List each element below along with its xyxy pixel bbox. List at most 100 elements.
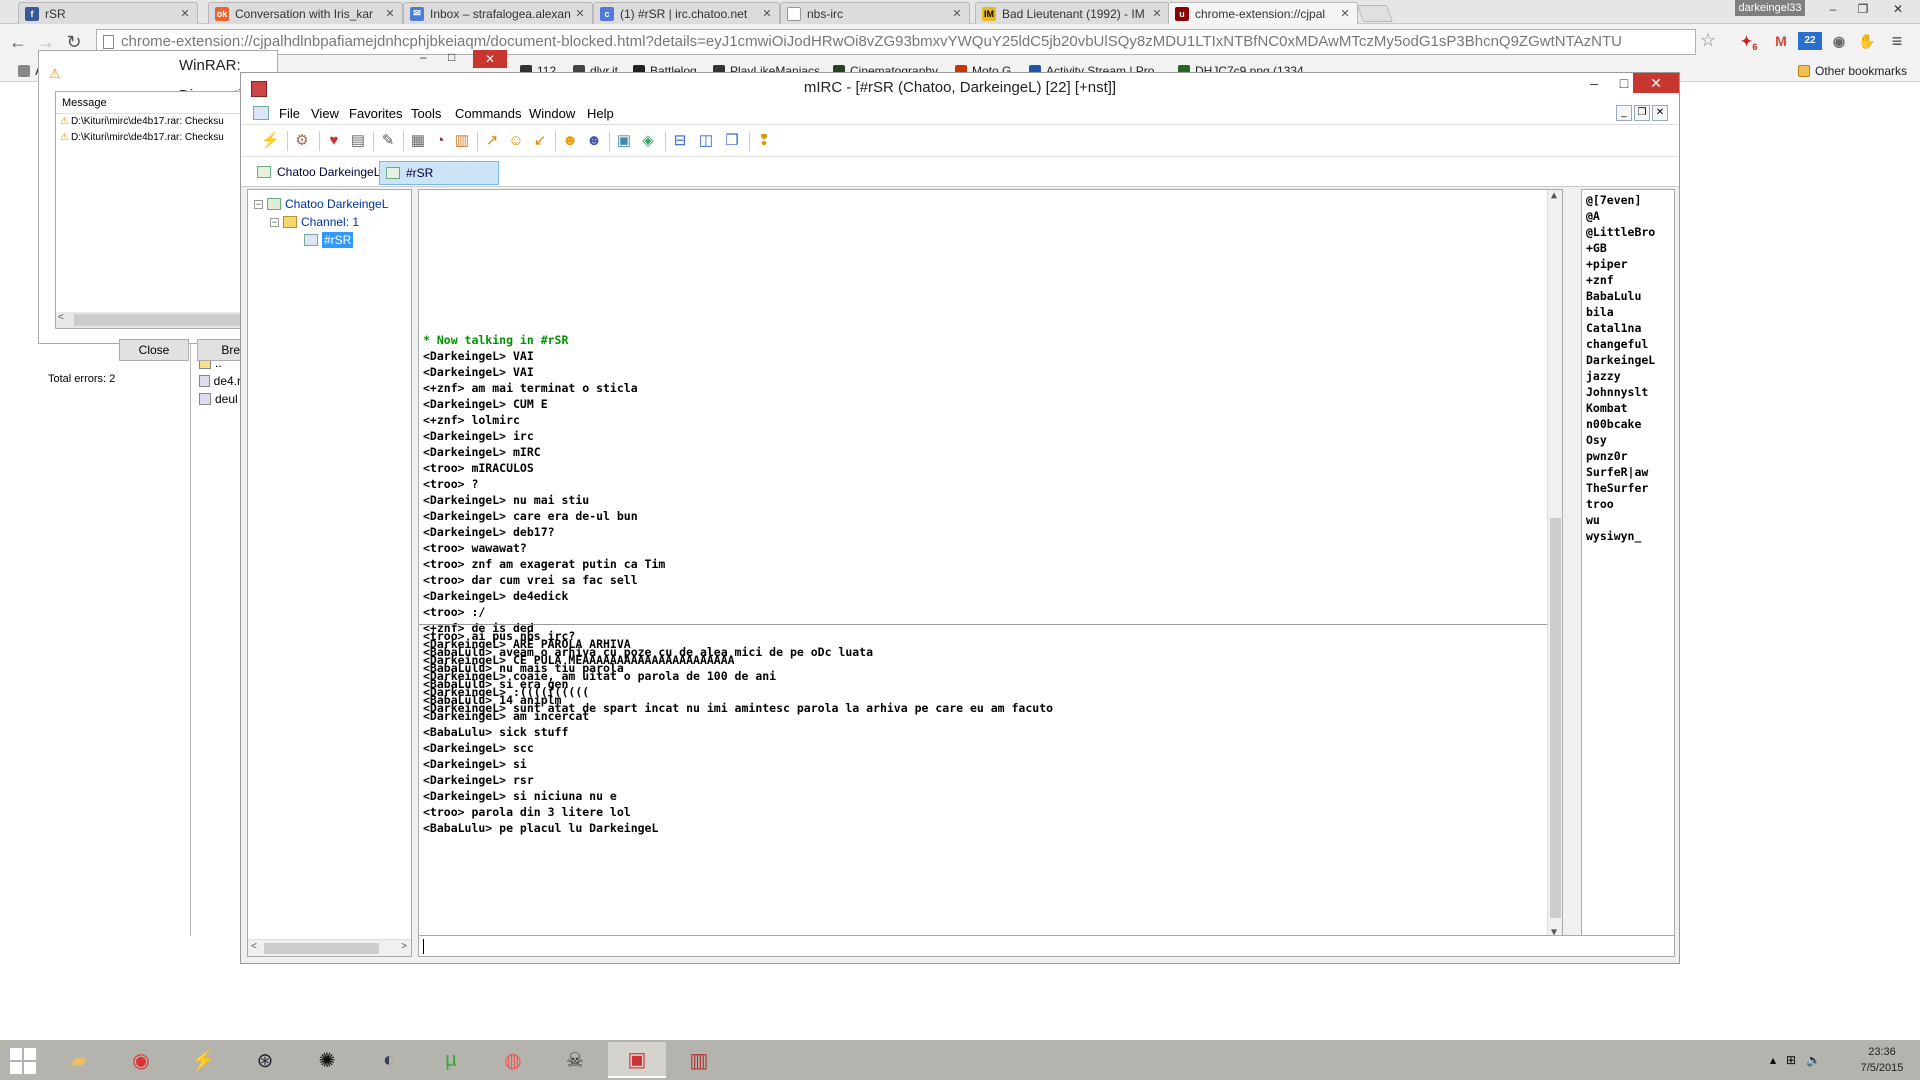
nick-item[interactable]: @LittleBro <box>1586 224 1655 240</box>
message-input[interactable] <box>418 935 1675 957</box>
close-icon[interactable]: ✕ <box>1633 73 1679 93</box>
spider-icon[interactable]: ✺ <box>298 1042 356 1078</box>
help-icon[interactable]: ❢ <box>755 132 773 150</box>
nick-item[interactable]: BabaLulu <box>1586 288 1641 304</box>
browser-tab-1[interactable]: f rSR ✕ <box>18 2 198 24</box>
close-icon[interactable]: ✕ <box>951 7 963 20</box>
tree-channel-node[interactable]: #rSR <box>304 232 354 248</box>
close-icon[interactable]: ✕ <box>473 50 507 68</box>
chat-area[interactable]: * Now talking in #rSR <DarkeingeL> VAI <Da… <box>418 189 1563 939</box>
nick-item[interactable]: @[7even] <box>1586 192 1641 208</box>
list-item[interactable]: deul <box>191 390 241 408</box>
profile-badge[interactable]: darkeingel33 <box>1735 0 1805 16</box>
shield-icon[interactable]: ◉ <box>1828 30 1850 52</box>
scroll-left-icon[interactable]: < <box>251 941 257 952</box>
bookmark-star-icon[interactable]: ☆ <box>1700 30 1716 51</box>
close-icon[interactable]: ✕ <box>1151 7 1163 20</box>
close-icon[interactable]: ✕ <box>761 7 773 20</box>
nick-list[interactable]: @[7even] @A @LittleBro +GB +piper +znf BabaLul… <box>1581 189 1675 939</box>
file-explorer-icon[interactable]: ▰ <box>50 1042 108 1078</box>
nick-item[interactable]: jazzy <box>1586 368 1621 384</box>
channel-window-icon[interactable] <box>253 106 269 120</box>
scroll-left-icon[interactable]: < <box>58 312 64 323</box>
nick-item[interactable]: bila <box>1586 304 1614 320</box>
mdi-minimize-icon[interactable]: _ <box>1616 105 1632 121</box>
switch-channel-button[interactable]: #rSR <box>379 161 499 185</box>
nick-item[interactable]: Kombat <box>1586 400 1628 416</box>
address-bar[interactable]: chrome-extension://cjpalhdlnbpafiamejdnh… <box>96 29 1696 55</box>
back-icon[interactable]: ← <box>6 30 30 54</box>
nick-item[interactable]: n00bcake <box>1586 416 1641 432</box>
horizontal-scrollbar[interactable]: < > <box>248 939 411 956</box>
browser-tab-4[interactable]: c (1) #rSR | irc.chatoo.net ✕ <box>593 2 780 24</box>
menu-file[interactable]: File <box>279 106 300 121</box>
tree-server-node[interactable]: − Chatoo DarkeingeL <box>254 196 388 212</box>
timer-icon[interactable]: ◔ <box>431 132 449 150</box>
online-timer-icon[interactable]: ▣ <box>615 132 633 150</box>
tile-horizontal-icon[interactable]: ⊟ <box>671 132 689 150</box>
nick-item[interactable]: Catal1na <box>1586 320 1641 336</box>
utorrent-icon[interactable]: µ <box>422 1042 480 1078</box>
options-icon[interactable]: ⚙ <box>293 132 311 150</box>
mirc-icon[interactable]: ▣ <box>608 1042 666 1078</box>
tree-folder-node[interactable]: − Channel: 1 <box>270 214 359 230</box>
collapse-icon[interactable]: − <box>270 217 279 227</box>
menu-view[interactable]: View <box>311 106 339 121</box>
action-center-icon[interactable]: ⊞ <box>1786 1053 1796 1067</box>
steam-icon[interactable]: ⊛ <box>236 1042 294 1078</box>
scroll-thumb[interactable] <box>1550 518 1561 918</box>
maximize-icon[interactable]: □ <box>448 50 464 66</box>
menu-icon[interactable]: ≡ <box>1886 30 1908 52</box>
nick-item[interactable]: Johnnyslt <box>1586 384 1648 400</box>
feed-icon[interactable]: 22 <box>1798 32 1822 50</box>
switch-server-button[interactable]: Chatoo DarkeingeL <box>251 161 388 185</box>
menu-tools[interactable]: Tools <box>411 106 441 121</box>
vertical-scrollbar[interactable]: ▲ ▼ <box>1547 190 1562 938</box>
close-icon[interactable]: ✕ <box>574 7 586 20</box>
mdi-close-icon[interactable]: ✕ <box>1652 105 1668 121</box>
minimize-icon[interactable]: – <box>1818 0 1848 18</box>
nick-item[interactable]: SurfeR|aw <box>1586 464 1648 480</box>
scroll-right-icon[interactable]: > <box>401 941 407 952</box>
browser-tab-7[interactable]: u chrome-extension://cjpal ✕ <box>1168 2 1358 24</box>
nick-item[interactable]: Osy <box>1586 432 1607 448</box>
winamp-icon[interactable]: ⚡ <box>174 1042 232 1078</box>
minimize-icon[interactable]: – <box>1579 73 1609 93</box>
nick-item[interactable]: wu <box>1586 512 1600 528</box>
menu-help[interactable]: Help <box>587 106 614 121</box>
firefox-icon[interactable]: ◍ <box>484 1042 542 1078</box>
nick-item[interactable]: pwnz0r <box>1586 448 1628 464</box>
other-bookmarks[interactable]: Other bookmarks <box>1798 63 1907 79</box>
start-button[interactable] <box>10 1048 36 1074</box>
address-book-icon[interactable]: ▦ <box>409 132 427 150</box>
restore-icon[interactable]: ❐ <box>1848 0 1878 18</box>
close-icon[interactable]: ✕ <box>384 7 396 20</box>
nick-item[interactable]: wysiwyn_ <box>1586 528 1641 544</box>
colors-icon[interactable]: ▥ <box>453 132 471 150</box>
channels-list-icon[interactable]: ▤ <box>349 132 367 150</box>
nick-item[interactable]: troo <box>1586 496 1614 512</box>
volume-icon[interactable]: 🔈 <box>1806 1053 1821 1067</box>
nick-item[interactable]: +GB <box>1586 240 1607 256</box>
connect-icon[interactable]: ⚡ <box>261 132 280 150</box>
url-list-icon[interactable]: ☻ <box>585 132 603 150</box>
gmail-icon[interactable]: M <box>1768 30 1794 52</box>
scroll-thumb[interactable] <box>264 943 379 954</box>
skype-icon[interactable]: ◐ <box>360 1042 418 1078</box>
nick-item[interactable]: TheSurfer <box>1586 480 1648 496</box>
close-icon[interactable]: ✕ <box>179 7 191 20</box>
list-item[interactable]: de4.r <box>191 372 241 390</box>
scripts-editor-icon[interactable]: ✎ <box>379 132 397 150</box>
nick-item[interactable]: DarkeingeL <box>1586 352 1655 368</box>
clock[interactable]: 23:36 7/5/2015 <box>1850 1044 1914 1076</box>
notify-icon[interactable]: ☻ <box>561 132 579 150</box>
collapse-icon[interactable]: − <box>254 199 263 209</box>
lastpass-icon[interactable]: ✦6 <box>1738 30 1760 52</box>
menu-window[interactable]: Window <box>529 106 575 121</box>
nick-item[interactable]: @A <box>1586 208 1600 224</box>
tile-vertical-icon[interactable]: ◫ <box>697 132 715 150</box>
hand-icon[interactable]: ✋ <box>1856 30 1878 52</box>
menu-favorites[interactable]: Favorites <box>349 106 402 121</box>
favorites-icon[interactable]: ♥ <box>325 132 343 150</box>
browser-tab-5[interactable]: nbs-irc ✕ <box>780 2 970 24</box>
